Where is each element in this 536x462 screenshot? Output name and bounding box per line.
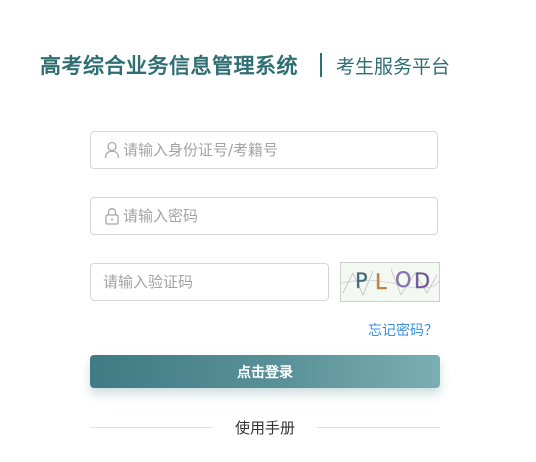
password-field[interactable] [90, 197, 438, 235]
lock-icon [103, 206, 121, 226]
manual-row: 使用手册 [90, 416, 441, 438]
login-button[interactable]: 点击登录 [90, 355, 440, 388]
captcha-char: O [395, 268, 412, 292]
platform-subtitle: 考生服务平台 [336, 55, 451, 78]
captcha-input[interactable] [103, 264, 328, 300]
captcha-char: D [414, 269, 430, 293]
forgot-password-link[interactable]: 忘记密码？ [368, 320, 438, 340]
password-input[interactable] [123, 198, 437, 234]
username-input[interactable] [123, 132, 437, 168]
page-header: 高考综合业务信息管理系统 考生服务平台 [40, 48, 450, 82]
header-divider [320, 53, 322, 77]
captcha-field[interactable] [90, 263, 329, 301]
divider-line [317, 426, 441, 428]
username-field[interactable] [90, 131, 438, 169]
divider-line [90, 426, 213, 428]
captcha-char: P [355, 269, 368, 293]
user-manual-link[interactable]: 使用手册 [213, 417, 317, 438]
system-title: 高考综合业务信息管理系统 [40, 54, 298, 78]
user-icon [103, 140, 121, 160]
captcha-char: L [375, 270, 387, 294]
captcha-image[interactable]: P L O D [340, 262, 440, 302]
